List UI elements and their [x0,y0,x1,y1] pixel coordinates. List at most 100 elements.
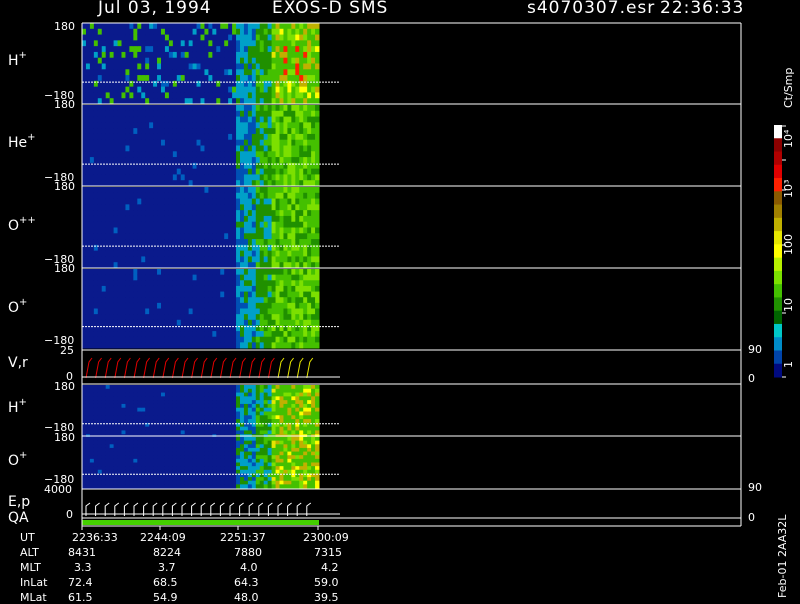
spectrogram-cell [197,437,201,441]
spectrogram-cell [110,128,114,134]
spectrogram-cell [165,269,169,275]
spectrogram-cell [181,314,185,320]
spectrogram-cell [252,331,256,337]
spectrogram-cell [185,87,189,93]
spectrogram-cell [102,46,106,52]
spectrogram-cell [110,331,114,337]
spectrogram-cell [102,134,106,140]
spectrogram-cell [315,29,319,35]
spectrogram-cell [177,309,181,315]
spectrogram-cell [161,146,165,152]
spectrogram-cell [280,64,284,70]
spectrogram-cell [248,320,252,326]
spectrogram-cell [248,134,252,140]
spectrogram-cell [303,269,307,275]
spectrogram-cell [157,400,161,404]
spectrogram-cell [141,459,145,463]
spectrogram-cell [256,64,260,70]
spectrogram-cell [307,87,311,93]
spectrogram-cell [141,105,145,111]
spectrogram-cell [169,151,173,157]
spectrogram-cell [133,297,137,303]
spectrogram-cell [153,92,157,98]
spectrogram-cell [102,477,106,481]
spectrogram-cell [177,216,181,222]
spectrogram-cell [204,256,208,262]
spectrogram-cell [102,92,106,98]
spectrogram-cell [145,408,149,412]
spectrogram-cell [169,396,173,400]
spectrogram-cell [311,222,315,228]
spectrogram-cell [118,292,122,298]
spectrogram-cell [90,233,94,239]
spectrogram-cell [287,199,291,205]
spectrogram-cell [161,87,165,93]
spectrogram-cell [94,437,98,441]
spectrogram-cell [272,193,276,199]
spectrogram-cell [94,105,98,111]
spectrogram-cell [303,297,307,303]
spectrogram-cell [220,111,224,117]
spectrogram-cell [137,337,141,343]
spectrogram-cell [311,151,315,157]
spectrogram-cell [272,122,276,128]
spectrogram-cell [264,466,268,470]
spectrogram-cell [204,87,208,93]
spectrogram-cell [157,337,161,343]
spectrogram-cell [125,314,129,320]
spectrogram-cell [268,342,272,348]
spectrogram-cell [240,427,244,431]
spectrogram-cell [161,404,165,408]
spectrogram-cell [307,204,311,210]
spectrogram-cell [149,320,153,326]
spectrogram-cell [264,256,268,262]
spectrogram-cell [303,292,307,298]
spectrogram-cell [220,292,224,298]
spectrogram-cell [106,481,110,485]
spectrogram-cell [268,400,272,404]
spectrogram-cell [94,303,98,309]
spectrogram-cell [114,75,118,81]
spectrogram-cell [102,400,106,404]
spectrogram-cell [102,251,106,257]
spectrogram-cell [276,128,280,134]
spectrogram-cell [208,400,212,404]
spectrogram-cell [260,404,264,408]
spectrogram-cell [204,275,208,281]
spectrogram-cell [94,452,98,456]
spectrogram-cell [133,251,137,257]
spectrogram-cell [201,415,205,419]
spectrogram-cell [299,105,303,111]
spectrogram-cell [86,174,90,180]
spectrogram-cell [208,134,212,140]
spectrogram-cell [110,286,114,292]
spectrogram-cell [98,309,102,315]
spectrogram-cell [197,415,201,419]
spectrogram-cell [240,140,244,146]
spectrogram-cell [141,309,145,315]
spectrogram-cell [106,239,110,245]
spectrogram-cell [165,222,169,228]
spectrogram-cell [240,210,244,216]
spectrogram-cell [177,52,181,58]
spectrogram-cell [197,331,201,337]
spectrogram-cell [114,204,118,210]
spectrogram-cell [216,122,220,128]
spectrogram-cell [287,193,291,199]
spectrogram-cell [268,337,272,343]
spectrogram-cell [94,23,98,29]
spectrogram-cell [287,314,291,320]
spectrogram-cell [181,470,185,474]
spectrogram-cell [90,303,94,309]
spectrogram-cell [264,292,268,298]
spectrogram-cell [260,309,264,315]
spectrogram-cell [153,75,157,81]
spectrogram-cell [197,105,201,111]
spectrogram-cell [98,210,102,216]
spectrogram-cell [114,412,118,416]
spectrogram-cell [129,92,133,98]
spectrogram-cell [149,385,153,389]
spectrogram-cell [137,484,141,488]
spectrogram-cell [129,286,133,292]
spectrogram-cell [260,222,264,228]
